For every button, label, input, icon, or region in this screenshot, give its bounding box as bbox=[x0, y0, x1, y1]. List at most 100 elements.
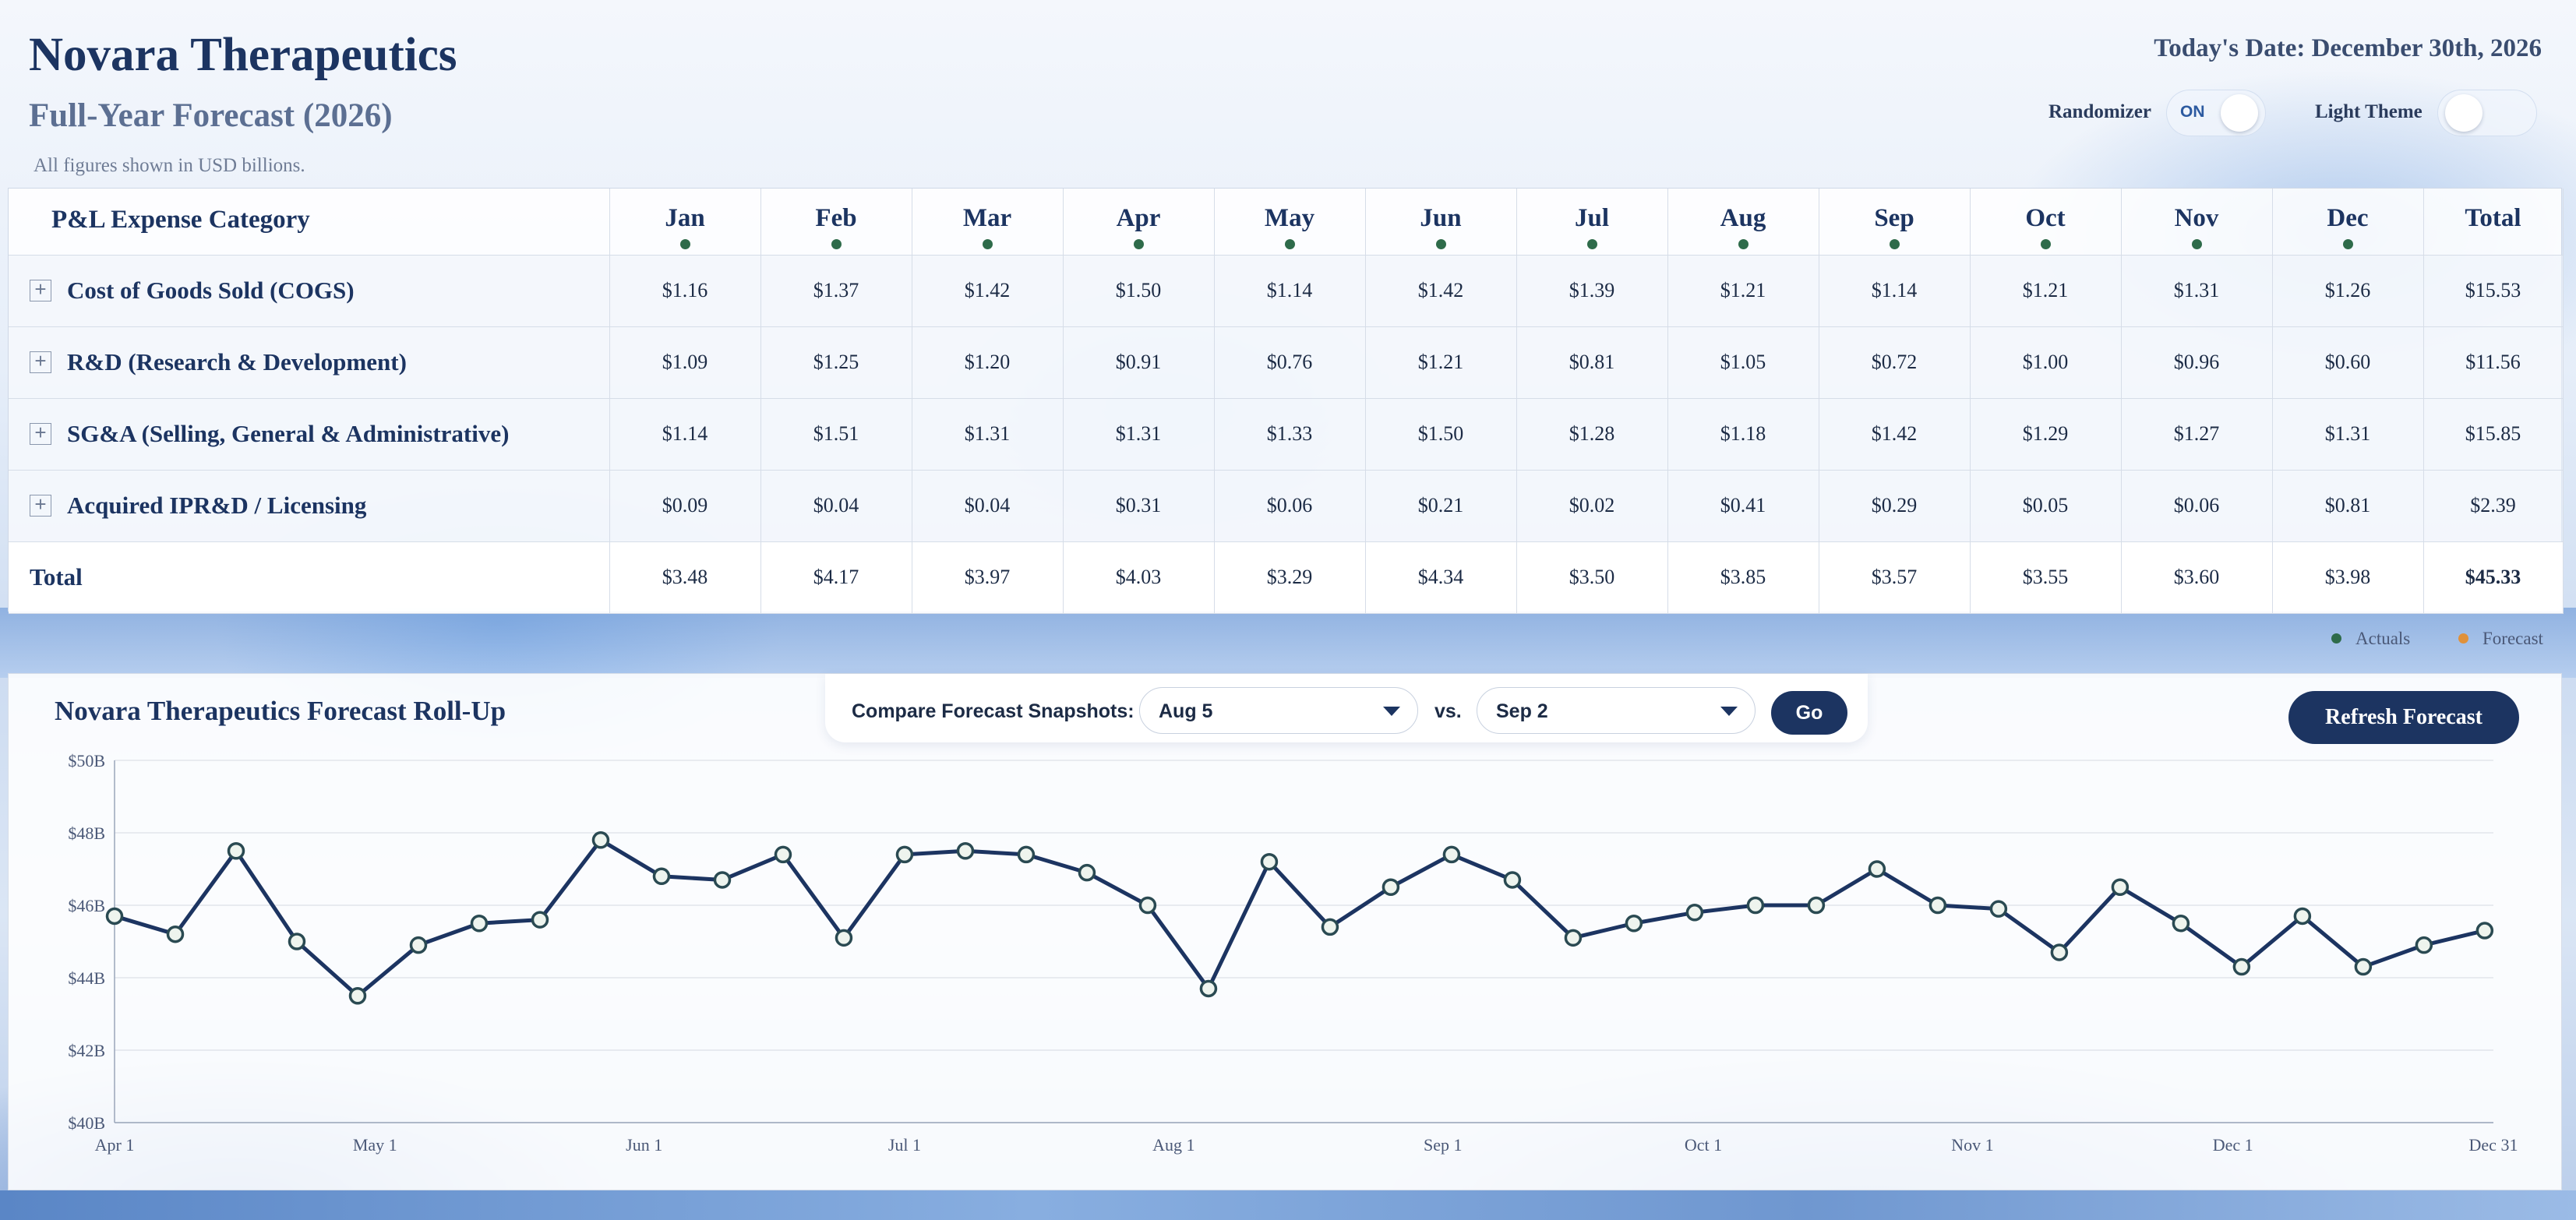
forecast-dot-icon bbox=[2458, 633, 2468, 644]
actuals-status-dot bbox=[2191, 239, 2202, 249]
y-tick-label: $42B bbox=[68, 1041, 105, 1060]
category-cell: + Cost of Goods Sold (COGS) bbox=[9, 255, 610, 327]
value-cell: $1.09 bbox=[609, 326, 761, 399]
data-point bbox=[1199, 979, 1218, 998]
table-row: + Cost of Goods Sold (COGS) $1.16 $1.37 $… bbox=[9, 255, 2564, 327]
chevron-down-icon bbox=[1720, 707, 1738, 716]
data-point bbox=[1138, 896, 1157, 915]
value-cell: $1.18 bbox=[1667, 398, 1819, 471]
month-total-cell: $4.34 bbox=[1365, 541, 1517, 614]
value-cell: $1.31 bbox=[2272, 398, 2424, 471]
month-column-header: Feb bbox=[760, 189, 912, 256]
data-point bbox=[2293, 907, 2312, 926]
x-tick-label: Jun 1 bbox=[626, 1135, 662, 1155]
month-column-header: Dec bbox=[2272, 189, 2424, 256]
data-point bbox=[835, 929, 853, 947]
units-note: All figures shown in USD billions. bbox=[34, 155, 305, 176]
randomizer-toggle[interactable]: ON bbox=[2166, 90, 2266, 136]
value-cell: $1.20 bbox=[912, 326, 1064, 399]
month-total-cell: $3.29 bbox=[1214, 541, 1366, 614]
snapshot-a-select[interactable]: Aug 5 bbox=[1139, 687, 1418, 734]
value-cell: $1.26 bbox=[2272, 255, 2424, 327]
x-tick-label: Dec 31 bbox=[2469, 1135, 2518, 1155]
value-cell: $1.42 bbox=[912, 255, 1064, 327]
value-cell: $0.21 bbox=[1365, 470, 1517, 542]
value-cell: $0.06 bbox=[1214, 470, 1366, 542]
snapshot-b-select[interactable]: Sep 2 bbox=[1477, 687, 1756, 734]
month-total-cell: $3.97 bbox=[912, 541, 1064, 614]
value-cell: $0.06 bbox=[2121, 470, 2273, 542]
expand-icon[interactable]: + bbox=[30, 494, 51, 517]
compare-label: Compare Forecast Snapshots: bbox=[852, 700, 1134, 722]
month-column-header: Mar bbox=[912, 189, 1064, 256]
x-tick-label: Dec 1 bbox=[2213, 1135, 2253, 1155]
y-tick-label: $44B bbox=[68, 968, 105, 988]
value-cell: $0.02 bbox=[1516, 470, 1668, 542]
expand-icon[interactable]: + bbox=[30, 351, 51, 373]
value-cell: $1.31 bbox=[912, 398, 1064, 471]
month-total-cell: $3.55 bbox=[1970, 541, 2122, 614]
value-cell: $1.05 bbox=[1667, 326, 1819, 399]
category-cell: + R&D (Research & Development) bbox=[9, 326, 610, 399]
y-tick-label: $40B bbox=[68, 1113, 105, 1133]
total-column-header: Total bbox=[2423, 189, 2564, 256]
expand-icon[interactable]: + bbox=[30, 279, 51, 301]
actuals-dot-icon bbox=[2331, 633, 2341, 644]
month-total-cell: $3.98 bbox=[2272, 541, 2424, 614]
data-point bbox=[409, 936, 428, 954]
x-tick-label: Sep 1 bbox=[1424, 1135, 1463, 1155]
data-point bbox=[1382, 878, 1400, 896]
month-column-header: May bbox=[1214, 189, 1366, 256]
value-cell: $1.00 bbox=[1970, 326, 2122, 399]
theme-label: Light Theme bbox=[2315, 101, 2422, 122]
data-point bbox=[1503, 871, 1522, 889]
month-column-header: Jul bbox=[1516, 189, 1668, 256]
value-cell: $1.14 bbox=[1819, 255, 1971, 327]
actuals-status-dot bbox=[1284, 239, 1295, 249]
category-cell: + SG&A (Selling, General & Administrative… bbox=[9, 398, 610, 471]
toggle-knob bbox=[2445, 94, 2482, 132]
data-point bbox=[1807, 896, 1826, 915]
data-point bbox=[1442, 845, 1461, 864]
refresh-forecast-button[interactable]: Refresh Forecast bbox=[2288, 691, 2519, 744]
go-button[interactable]: Go bbox=[1771, 691, 1847, 735]
value-cell: $1.21 bbox=[1365, 326, 1517, 399]
data-point bbox=[227, 842, 245, 860]
y-tick-label: $46B bbox=[68, 896, 105, 915]
value-cell: $1.37 bbox=[760, 255, 912, 327]
total-row-label: Total bbox=[9, 541, 610, 614]
data-point bbox=[2354, 957, 2373, 976]
actuals-status-dot bbox=[982, 239, 993, 249]
row-total-cell: $2.39 bbox=[2423, 470, 2564, 542]
background-footer-band bbox=[0, 1190, 2576, 1220]
x-tick-label: Oct 1 bbox=[1685, 1135, 1722, 1155]
data-point bbox=[774, 845, 792, 864]
expand-icon[interactable]: + bbox=[30, 422, 51, 445]
data-point bbox=[1989, 900, 2008, 918]
pl-table-card: P&L Expense Category Jan Feb Mar Apr May… bbox=[8, 188, 2564, 614]
value-cell: $1.27 bbox=[2121, 398, 2273, 471]
value-cell: $1.42 bbox=[1819, 398, 1971, 471]
value-cell: $0.91 bbox=[1063, 326, 1215, 399]
chevron-down-icon bbox=[1383, 707, 1400, 716]
theme-toggle[interactable] bbox=[2437, 90, 2537, 136]
value-cell: $1.21 bbox=[1970, 255, 2122, 327]
value-cell: $0.60 bbox=[2272, 326, 2424, 399]
month-total-cell: $3.57 bbox=[1819, 541, 1971, 614]
data-point bbox=[1017, 845, 1036, 864]
data-point bbox=[2050, 943, 2069, 961]
data-point bbox=[1564, 929, 1583, 947]
value-cell: $1.50 bbox=[1365, 398, 1517, 471]
value-cell: $1.25 bbox=[760, 326, 912, 399]
company-title: Novara Therapeutics bbox=[29, 29, 457, 81]
data-point bbox=[1321, 918, 1339, 936]
month-column-header: Jun bbox=[1365, 189, 1517, 256]
x-tick-label: Aug 1 bbox=[1152, 1135, 1194, 1155]
snapshot-a-value: Aug 5 bbox=[1159, 700, 1213, 722]
snapshot-b-value: Sep 2 bbox=[1496, 700, 1548, 722]
value-cell: $1.21 bbox=[1667, 255, 1819, 327]
actuals-status-dot bbox=[1133, 239, 1144, 249]
total-row: Total $3.48 $4.17 $3.97 $4.03 $3.29 $4.3… bbox=[9, 541, 2564, 614]
y-tick-label: $48B bbox=[68, 823, 105, 843]
todays-date: Today's Date: December 30th, 2026 bbox=[2154, 34, 2542, 62]
